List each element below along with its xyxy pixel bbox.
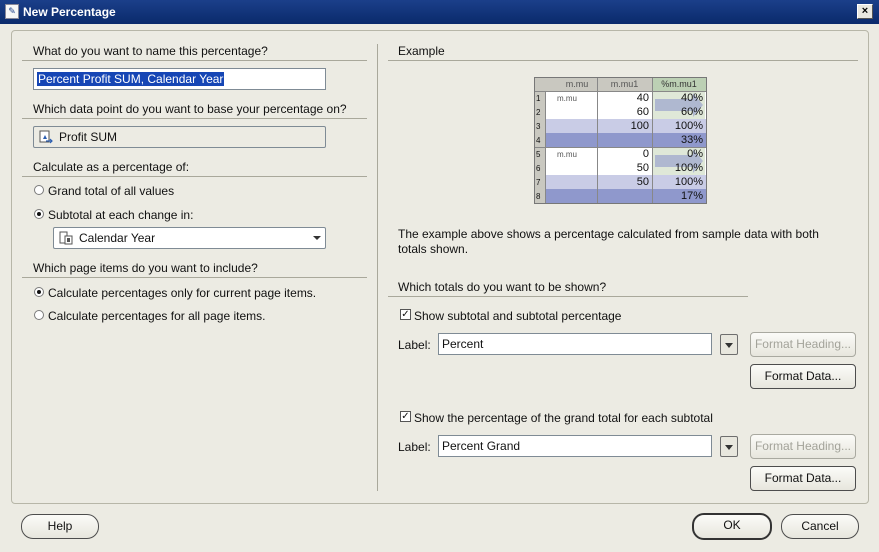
table-cell: 100% bbox=[674, 162, 703, 174]
row-number: 4 bbox=[536, 136, 541, 145]
table-cell: m.mu bbox=[557, 94, 577, 103]
datapoint-question-label: Which data point do you want to base you… bbox=[33, 102, 347, 116]
row-number: 8 bbox=[536, 192, 541, 201]
grand-total-radio[interactable] bbox=[34, 185, 44, 195]
format-heading-button-1[interactable]: Format Heading... bbox=[750, 332, 856, 357]
datapoint-field[interactable]: Profit SUM bbox=[33, 126, 326, 148]
calc-label: Calculate as a percentage of: bbox=[33, 160, 190, 174]
divider bbox=[388, 60, 858, 61]
current-page-items-radio[interactable] bbox=[34, 287, 44, 297]
table-header-cell: m.mu bbox=[565, 79, 589, 89]
table-cell: 40 bbox=[636, 92, 649, 104]
all-page-items-label: Calculate percentages for all page items… bbox=[48, 309, 266, 323]
label2-input-value: Percent Grand bbox=[442, 439, 521, 453]
table-header-cell: %m.mu1 bbox=[661, 79, 697, 89]
row-number: 3 bbox=[536, 122, 541, 131]
close-button[interactable]: × bbox=[857, 4, 873, 19]
name-question-label: What do you want to name this percentage… bbox=[33, 44, 268, 58]
current-page-items-label: Calculate percentages only for current p… bbox=[48, 286, 317, 300]
name-input[interactable]: Percent Profit SUM, Calendar Year bbox=[33, 68, 326, 90]
grand-total-radio-label: Grand total of all values bbox=[48, 184, 175, 198]
vertical-divider bbox=[377, 44, 378, 491]
label2-input[interactable]: Percent Grand bbox=[438, 435, 712, 457]
table-cell: 100 bbox=[630, 120, 649, 132]
example-description: The example above shows a percentage cal… bbox=[398, 227, 819, 256]
show-subtotal-label: Show subtotal and subtotal percentage bbox=[414, 309, 622, 323]
subtotal-combo[interactable]: Calendar Year bbox=[53, 227, 326, 249]
table-cell: 50 bbox=[636, 176, 649, 188]
format-data-button-1[interactable]: Format Data... bbox=[750, 364, 856, 389]
divider bbox=[22, 118, 367, 119]
row-number: 2 bbox=[536, 108, 541, 117]
subtotal-combo-value: Calendar Year bbox=[79, 231, 156, 245]
app-icon: ✎ bbox=[5, 4, 19, 19]
example-label: Example bbox=[398, 44, 445, 58]
window-title: New Percentage bbox=[23, 5, 116, 19]
table-cell: 0 bbox=[642, 148, 649, 160]
ok-button[interactable]: OK bbox=[692, 513, 772, 540]
label1-input[interactable]: Percent bbox=[438, 333, 712, 355]
show-grand-total-label: Show the percentage of the grand total f… bbox=[414, 411, 713, 425]
datapoint-value: Profit SUM bbox=[59, 130, 118, 144]
all-page-items-radio[interactable] bbox=[34, 310, 44, 320]
help-button[interactable]: Help bbox=[21, 514, 99, 539]
label2-dropdown-button[interactable] bbox=[720, 436, 738, 457]
label1-caption: Label: bbox=[398, 338, 431, 352]
row-number: 7 bbox=[536, 178, 541, 187]
table-header-cell: m.mu1 bbox=[610, 79, 639, 89]
divider bbox=[22, 277, 367, 278]
table-cell: 100% bbox=[674, 120, 703, 132]
subtotal-radio-label: Subtotal at each change in: bbox=[48, 208, 194, 222]
table-cell: 33% bbox=[680, 134, 703, 146]
data-point-icon bbox=[39, 130, 53, 144]
label1-input-value: Percent bbox=[442, 337, 484, 351]
label2-caption: Label: bbox=[398, 440, 431, 454]
table-cell: 40% bbox=[680, 92, 703, 104]
cancel-button[interactable]: Cancel bbox=[781, 514, 859, 539]
row-number: 6 bbox=[536, 164, 541, 173]
table-cell: 17% bbox=[680, 190, 703, 202]
show-grand-total-checkbox[interactable]: ✓ bbox=[400, 411, 411, 422]
divider bbox=[388, 296, 748, 297]
example-table: m.mu m.mu1 %m.mu1 1 m.mu 40 40% 2 60 60%… bbox=[534, 77, 707, 204]
totals-question-label: Which totals do you want to be shown? bbox=[398, 280, 607, 294]
divider bbox=[22, 60, 367, 61]
dimension-icon bbox=[59, 231, 73, 245]
subtotal-radio[interactable] bbox=[34, 209, 44, 219]
name-input-value: Percent Profit SUM, Calendar Year bbox=[37, 72, 225, 86]
chevron-down-icon bbox=[313, 236, 321, 240]
table-cell: 0% bbox=[687, 148, 703, 160]
row-number: 1 bbox=[536, 94, 541, 103]
table-cell: 100% bbox=[674, 176, 703, 188]
table-cell: 60 bbox=[636, 106, 649, 118]
page-items-question-label: Which page items do you want to include? bbox=[33, 261, 258, 275]
format-heading-button-2[interactable]: Format Heading... bbox=[750, 434, 856, 459]
show-subtotal-checkbox[interactable]: ✓ bbox=[400, 309, 411, 320]
row-number: 5 bbox=[536, 150, 541, 159]
table-cell: m.mu bbox=[557, 150, 577, 159]
table-cell: 50 bbox=[636, 162, 649, 174]
divider bbox=[22, 176, 367, 177]
title-bar: ✎ New Percentage × bbox=[0, 0, 879, 24]
format-data-button-2[interactable]: Format Data... bbox=[750, 466, 856, 491]
label1-dropdown-button[interactable] bbox=[720, 334, 738, 355]
table-cell: 60% bbox=[680, 106, 703, 118]
